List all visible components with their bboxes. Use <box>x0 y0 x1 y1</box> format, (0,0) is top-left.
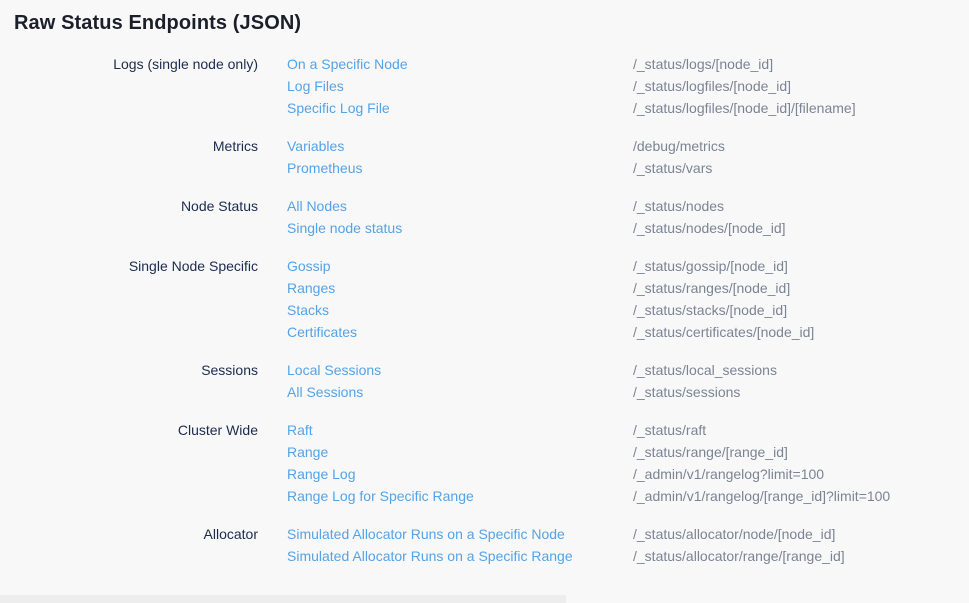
endpoint-link[interactable]: All Sessions <box>287 381 363 403</box>
endpoint-links-column: Local SessionsAll Sessions <box>287 359 633 403</box>
category-label: Sessions <box>14 359 258 381</box>
endpoint-links-column: VariablesPrometheus <box>287 135 633 179</box>
endpoint-path: /_status/sessions <box>633 381 954 403</box>
endpoint-link[interactable]: Range Log <box>287 463 356 485</box>
endpoint-paths-column: /_status/gossip/[node_id]/_status/ranges… <box>633 255 954 343</box>
endpoint-link[interactable]: Raft <box>287 419 313 441</box>
endpoint-links-column: On a Specific NodeLog FilesSpecific Log … <box>287 53 633 119</box>
endpoint-path: /_admin/v1/rangelog?limit=100 <box>633 463 954 485</box>
endpoint-link[interactable]: On a Specific Node <box>287 53 408 75</box>
endpoint-links-column: Simulated Allocator Runs on a Specific N… <box>287 523 633 567</box>
endpoint-section: Allocator Simulated Allocator Runs on a S… <box>14 523 954 567</box>
endpoint-path: /_status/gossip/[node_id] <box>633 255 954 277</box>
endpoint-paths-column: /_status/raft/_status/range/[range_id]/_… <box>633 419 954 507</box>
endpoint-link[interactable]: Local Sessions <box>287 359 381 381</box>
endpoint-links-column: RaftRangeRange LogRange Log for Specific… <box>287 419 633 507</box>
endpoint-link[interactable]: Ranges <box>287 277 335 299</box>
endpoint-paths-column: /_status/logs/[node_id]/_status/logfiles… <box>633 53 954 119</box>
endpoint-paths-column: /_status/local_sessions/_status/sessions <box>633 359 954 403</box>
endpoint-path: /_status/range/[range_id] <box>633 441 954 463</box>
endpoint-path: /_status/ranges/[node_id] <box>633 277 954 299</box>
endpoint-paths-column: /debug/metrics/_status/vars <box>633 135 954 179</box>
endpoint-paths-column: /_status/allocator/node/[node_id]/_statu… <box>633 523 954 567</box>
endpoint-section: Cluster Wide RaftRangeRange LogRange Log … <box>14 419 954 507</box>
category-label: Metrics <box>14 135 258 157</box>
category-label: Node Status <box>14 195 258 217</box>
endpoint-link[interactable]: Single node status <box>287 217 402 239</box>
endpoint-path: /_status/logfiles/[node_id]/[filename] <box>633 97 954 119</box>
category-label: Logs (single node only) <box>14 53 258 75</box>
endpoint-sections: Logs (single node only) On a Specific Nod… <box>14 53 954 567</box>
category-label: Single Node Specific <box>14 255 258 277</box>
endpoint-section: Metrics VariablesPrometheus/debug/metrics… <box>14 135 954 179</box>
endpoint-path: /_status/nodes/[node_id] <box>633 217 954 239</box>
endpoint-link[interactable]: Variables <box>287 135 344 157</box>
endpoint-link[interactable]: Simulated Allocator Runs on a Specific R… <box>287 545 573 567</box>
debug-page: Raw Status Endpoints (JSON) Logs (single… <box>0 0 969 603</box>
endpoint-links-column: GossipRangesStacksCertificates <box>287 255 633 343</box>
endpoint-path: /debug/metrics <box>633 135 954 157</box>
endpoint-section: Node StatusAll NodesSingle node status/_… <box>14 195 954 239</box>
endpoint-path: /_status/logfiles/[node_id] <box>633 75 954 97</box>
endpoint-link[interactable]: Specific Log File <box>287 97 390 119</box>
bottom-edge-strip <box>0 595 566 603</box>
endpoint-link[interactable]: Certificates <box>287 321 357 343</box>
endpoint-path: /_status/certificates/[node_id] <box>633 321 954 343</box>
endpoint-path: /_status/nodes <box>633 195 954 217</box>
endpoint-link[interactable]: Simulated Allocator Runs on a Specific N… <box>287 523 565 545</box>
endpoint-link[interactable]: All Nodes <box>287 195 347 217</box>
category-label: Allocator <box>14 523 258 545</box>
endpoint-link[interactable]: Log Files <box>287 75 344 97</box>
endpoint-path: /_status/vars <box>633 157 954 179</box>
endpoint-section: Single Node Specific GossipRangesStacksCe… <box>14 255 954 343</box>
endpoint-path: /_admin/v1/rangelog/[range_id]?limit=100 <box>633 485 954 507</box>
endpoint-path: /_status/raft <box>633 419 954 441</box>
endpoint-path: /_status/logs/[node_id] <box>633 53 954 75</box>
endpoint-link[interactable]: Range Log for Specific Range <box>287 485 474 507</box>
endpoint-section: SessionsLocal SessionsAll Sessions/_stat… <box>14 359 954 403</box>
endpoint-path: /_status/stacks/[node_id] <box>633 299 954 321</box>
endpoint-link[interactable]: Stacks <box>287 299 329 321</box>
endpoint-links-column: All NodesSingle node status <box>287 195 633 239</box>
page-title: Raw Status Endpoints (JSON) <box>14 12 301 35</box>
category-label: Cluster Wide <box>14 419 258 441</box>
endpoint-path: /_status/allocator/node/[node_id] <box>633 523 954 545</box>
endpoint-path: /_status/local_sessions <box>633 359 954 381</box>
endpoint-path: /_status/allocator/range/[range_id] <box>633 545 954 567</box>
endpoint-link[interactable]: Range <box>287 441 328 463</box>
endpoint-link[interactable]: Prometheus <box>287 157 362 179</box>
endpoint-section: Logs (single node only) On a Specific Nod… <box>14 53 954 119</box>
endpoint-paths-column: /_status/nodes/_status/nodes/[node_id] <box>633 195 954 239</box>
endpoint-link[interactable]: Gossip <box>287 255 331 277</box>
